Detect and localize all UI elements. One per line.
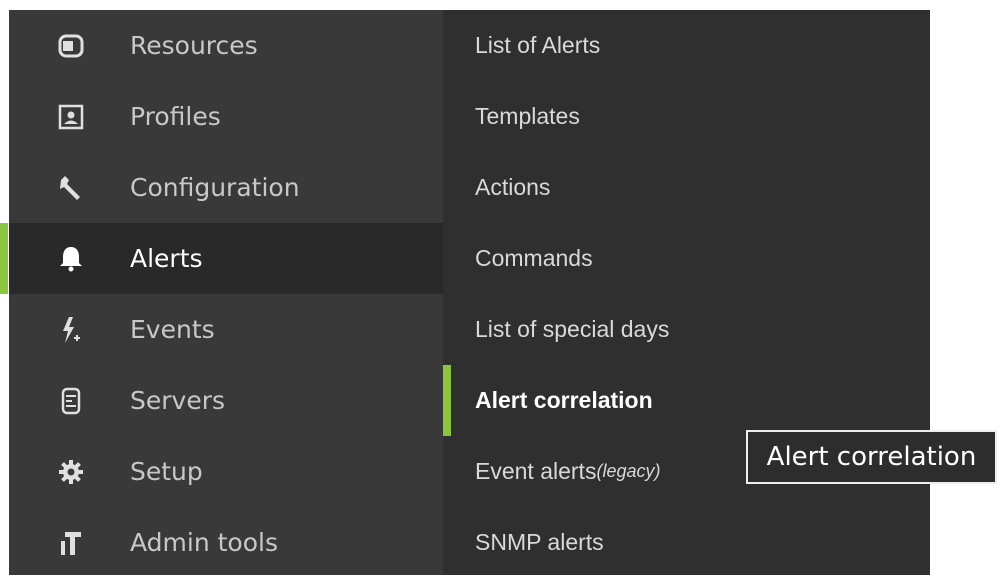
sidebar-item-servers[interactable]: Servers	[9, 365, 443, 436]
submenu-item-alert-correlation[interactable]: Alert correlation	[443, 365, 930, 436]
sidebar-item-events[interactable]: Events	[9, 294, 443, 365]
admin-tools-icon	[54, 526, 88, 560]
sidebar-item-label: Admin tools	[130, 528, 278, 557]
sidebar-item-profiles[interactable]: Profiles	[9, 81, 443, 152]
submenu-item-snmp-alerts[interactable]: SNMP alerts	[443, 507, 930, 578]
submenu-item-label: Actions	[475, 174, 551, 200]
sidebar-item-label: Resources	[130, 31, 258, 60]
profiles-icon	[54, 100, 88, 134]
sidebar-item-label: Profiles	[130, 102, 221, 131]
submenu-item-label: SNMP alerts	[475, 529, 604, 555]
server-icon	[54, 384, 88, 418]
sidebar-item-resources[interactable]: Resources	[9, 10, 443, 81]
gear-icon	[54, 455, 88, 489]
sidebar-item-alerts[interactable]: Alerts	[0, 223, 443, 294]
legacy-tag: (legacy)	[596, 461, 661, 481]
sidebar-menu: Resources Profiles Configuration Alerts …	[0, 10, 443, 578]
submenu-item-label: Templates	[475, 103, 580, 129]
submenu-item-commands[interactable]: Commands	[443, 223, 930, 294]
tooltip-text: Alert correlation	[766, 442, 977, 472]
submenu-item-label: Event alerts	[475, 458, 597, 484]
submenu-item-label: List of special days	[475, 316, 670, 342]
alerts-submenu: List of Alerts Templates Actions Command…	[443, 10, 930, 575]
sidebar-item-setup[interactable]: Setup	[9, 436, 443, 507]
sidebar-item-configuration[interactable]: Configuration	[9, 152, 443, 223]
sidebar-item-admin-tools[interactable]: Admin tools	[9, 507, 443, 578]
tooltip: Alert correlation	[746, 430, 997, 484]
submenu-item-list-of-alerts[interactable]: List of Alerts	[443, 10, 930, 81]
lightning-icon	[54, 313, 88, 347]
resources-icon	[54, 29, 88, 63]
bell-icon	[54, 242, 88, 276]
submenu-item-actions[interactable]: Actions	[443, 152, 930, 223]
sidebar-item-label: Servers	[130, 386, 226, 415]
submenu-item-templates[interactable]: Templates	[443, 81, 930, 152]
sidebar-item-label: Alerts	[130, 244, 203, 273]
sidebar-item-label: Events	[130, 315, 215, 344]
submenu-item-label: List of Alerts	[475, 32, 601, 58]
sidebar-item-label: Configuration	[130, 173, 300, 202]
wrench-icon	[54, 171, 88, 205]
sidebar-item-label: Setup	[130, 457, 203, 486]
submenu-item-label: Commands	[475, 245, 593, 271]
submenu-item-list-of-special-days[interactable]: List of special days	[443, 294, 930, 365]
submenu-item-label: Alert correlation	[475, 387, 653, 413]
